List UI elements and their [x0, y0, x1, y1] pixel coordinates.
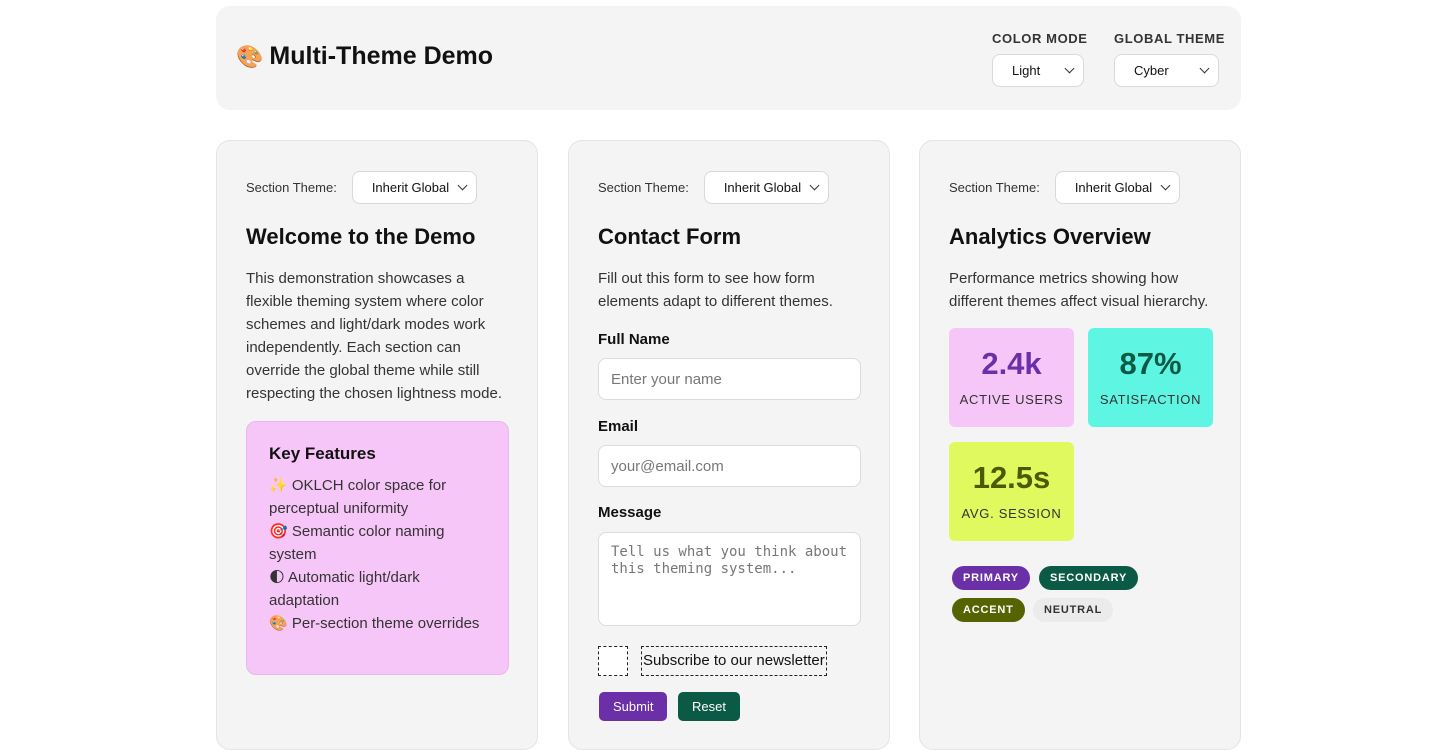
app-header: 🎨 Multi-Theme Demo COLOR MODE Light GLOB…: [216, 6, 1241, 110]
section-theme-row: Section Theme: Inherit Global: [246, 171, 477, 204]
stat-value: 12.5s: [972, 460, 1051, 495]
section-theme-label: Section Theme:: [246, 180, 337, 195]
section-theme-select[interactable]: Inherit Global: [351, 171, 477, 204]
reset-button[interactable]: Reset: [678, 692, 740, 721]
message-textarea[interactable]: [598, 532, 861, 626]
card-description: Fill out this form to see how form eleme…: [598, 270, 833, 310]
chevron-down-icon: [809, 180, 820, 191]
section-theme-value: Inherit Global: [1074, 180, 1153, 195]
stat-label: AVG. SESSION: [961, 506, 1062, 521]
stat-value: 87%: [1119, 346, 1182, 381]
color-mode-value: Light: [1012, 63, 1041, 78]
chevron-down-icon: [1064, 63, 1075, 74]
global-theme-group: GLOBAL THEME Cyber: [1114, 31, 1225, 87]
badge-accent: ACCENT: [952, 598, 1025, 622]
stat-card-active-users: 2.4k ACTIVE USERS: [949, 328, 1074, 427]
section-theme-label: Section Theme:: [598, 180, 689, 195]
section-theme-value: Inherit Global: [371, 180, 450, 195]
feature-item: 🎯 Semantic color naming system: [269, 523, 445, 563]
section-theme-value: Inherit Global: [723, 180, 802, 195]
key-features-box: Key Features ✨ OKLCH color space for per…: [246, 421, 509, 675]
color-mode-select[interactable]: Light: [992, 54, 1084, 87]
card-title: Analytics Overview: [949, 224, 1151, 249]
stat-label: ACTIVE USERS: [959, 392, 1064, 407]
section-theme-select[interactable]: Inherit Global: [1054, 171, 1180, 204]
global-theme-select[interactable]: Cyber: [1114, 54, 1219, 87]
section-theme-row: Section Theme: Inherit Global: [598, 171, 829, 204]
app-title-text: Multi-Theme Demo: [269, 42, 494, 70]
full-name-input[interactable]: [598, 358, 861, 400]
stat-card-avg-session: 12.5s AVG. SESSION: [949, 442, 1074, 541]
email-label: Email: [598, 418, 639, 435]
card-title: Contact Form: [598, 224, 741, 249]
color-mode-label: COLOR MODE: [992, 31, 1088, 46]
badge-primary: PRIMARY: [952, 566, 1030, 590]
palette-icon: 🎨: [236, 43, 264, 69]
badge-neutral: NEUTRAL: [1033, 598, 1114, 622]
key-features-title: Key Features: [269, 444, 376, 463]
card-description: This demonstration showcases a flexible …: [246, 270, 502, 402]
feature-item: ✨ OKLCH color space for perceptual unifo…: [269, 477, 447, 517]
stat-value: 2.4k: [981, 346, 1042, 381]
message-label: Message: [598, 504, 662, 521]
chevron-down-icon: [1160, 180, 1171, 191]
global-theme-label: GLOBAL THEME: [1114, 31, 1225, 46]
full-name-label: Full Name: [598, 331, 670, 348]
stat-label: SATISFACTION: [1099, 392, 1202, 407]
section-theme-label: Section Theme:: [949, 180, 1040, 195]
stat-card-satisfaction: 87% SATISFACTION: [1088, 328, 1213, 427]
analytics-card: Section Theme: Inherit Global Analytics …: [919, 140, 1241, 750]
feature-item: 🌓 Automatic light/dark adaptation: [269, 569, 420, 609]
feature-item: 🎨 Per-section theme overrides: [269, 615, 480, 632]
badge-secondary: SECONDARY: [1039, 566, 1139, 590]
submit-button[interactable]: Submit: [599, 692, 668, 721]
color-mode-group: COLOR MODE Light: [992, 31, 1088, 87]
app-title: 🎨 Multi-Theme Demo: [236, 42, 493, 71]
welcome-card: Section Theme: Inherit Global Welcome to…: [216, 140, 538, 750]
section-theme-row: Section Theme: Inherit Global: [949, 171, 1180, 204]
newsletter-label[interactable]: Subscribe to our newsletter: [641, 646, 827, 676]
section-theme-select[interactable]: Inherit Global: [703, 171, 829, 204]
newsletter-checkbox[interactable]: [598, 646, 628, 676]
contact-card: Section Theme: Inherit Global Contact Fo…: [568, 140, 890, 750]
card-title: Welcome to the Demo: [246, 224, 476, 249]
email-input[interactable]: [598, 445, 861, 487]
chevron-down-icon: [1199, 63, 1210, 74]
global-theme-value: Cyber: [1134, 63, 1169, 78]
chevron-down-icon: [457, 180, 468, 191]
card-description: Performance metrics showing how differen…: [949, 270, 1209, 310]
